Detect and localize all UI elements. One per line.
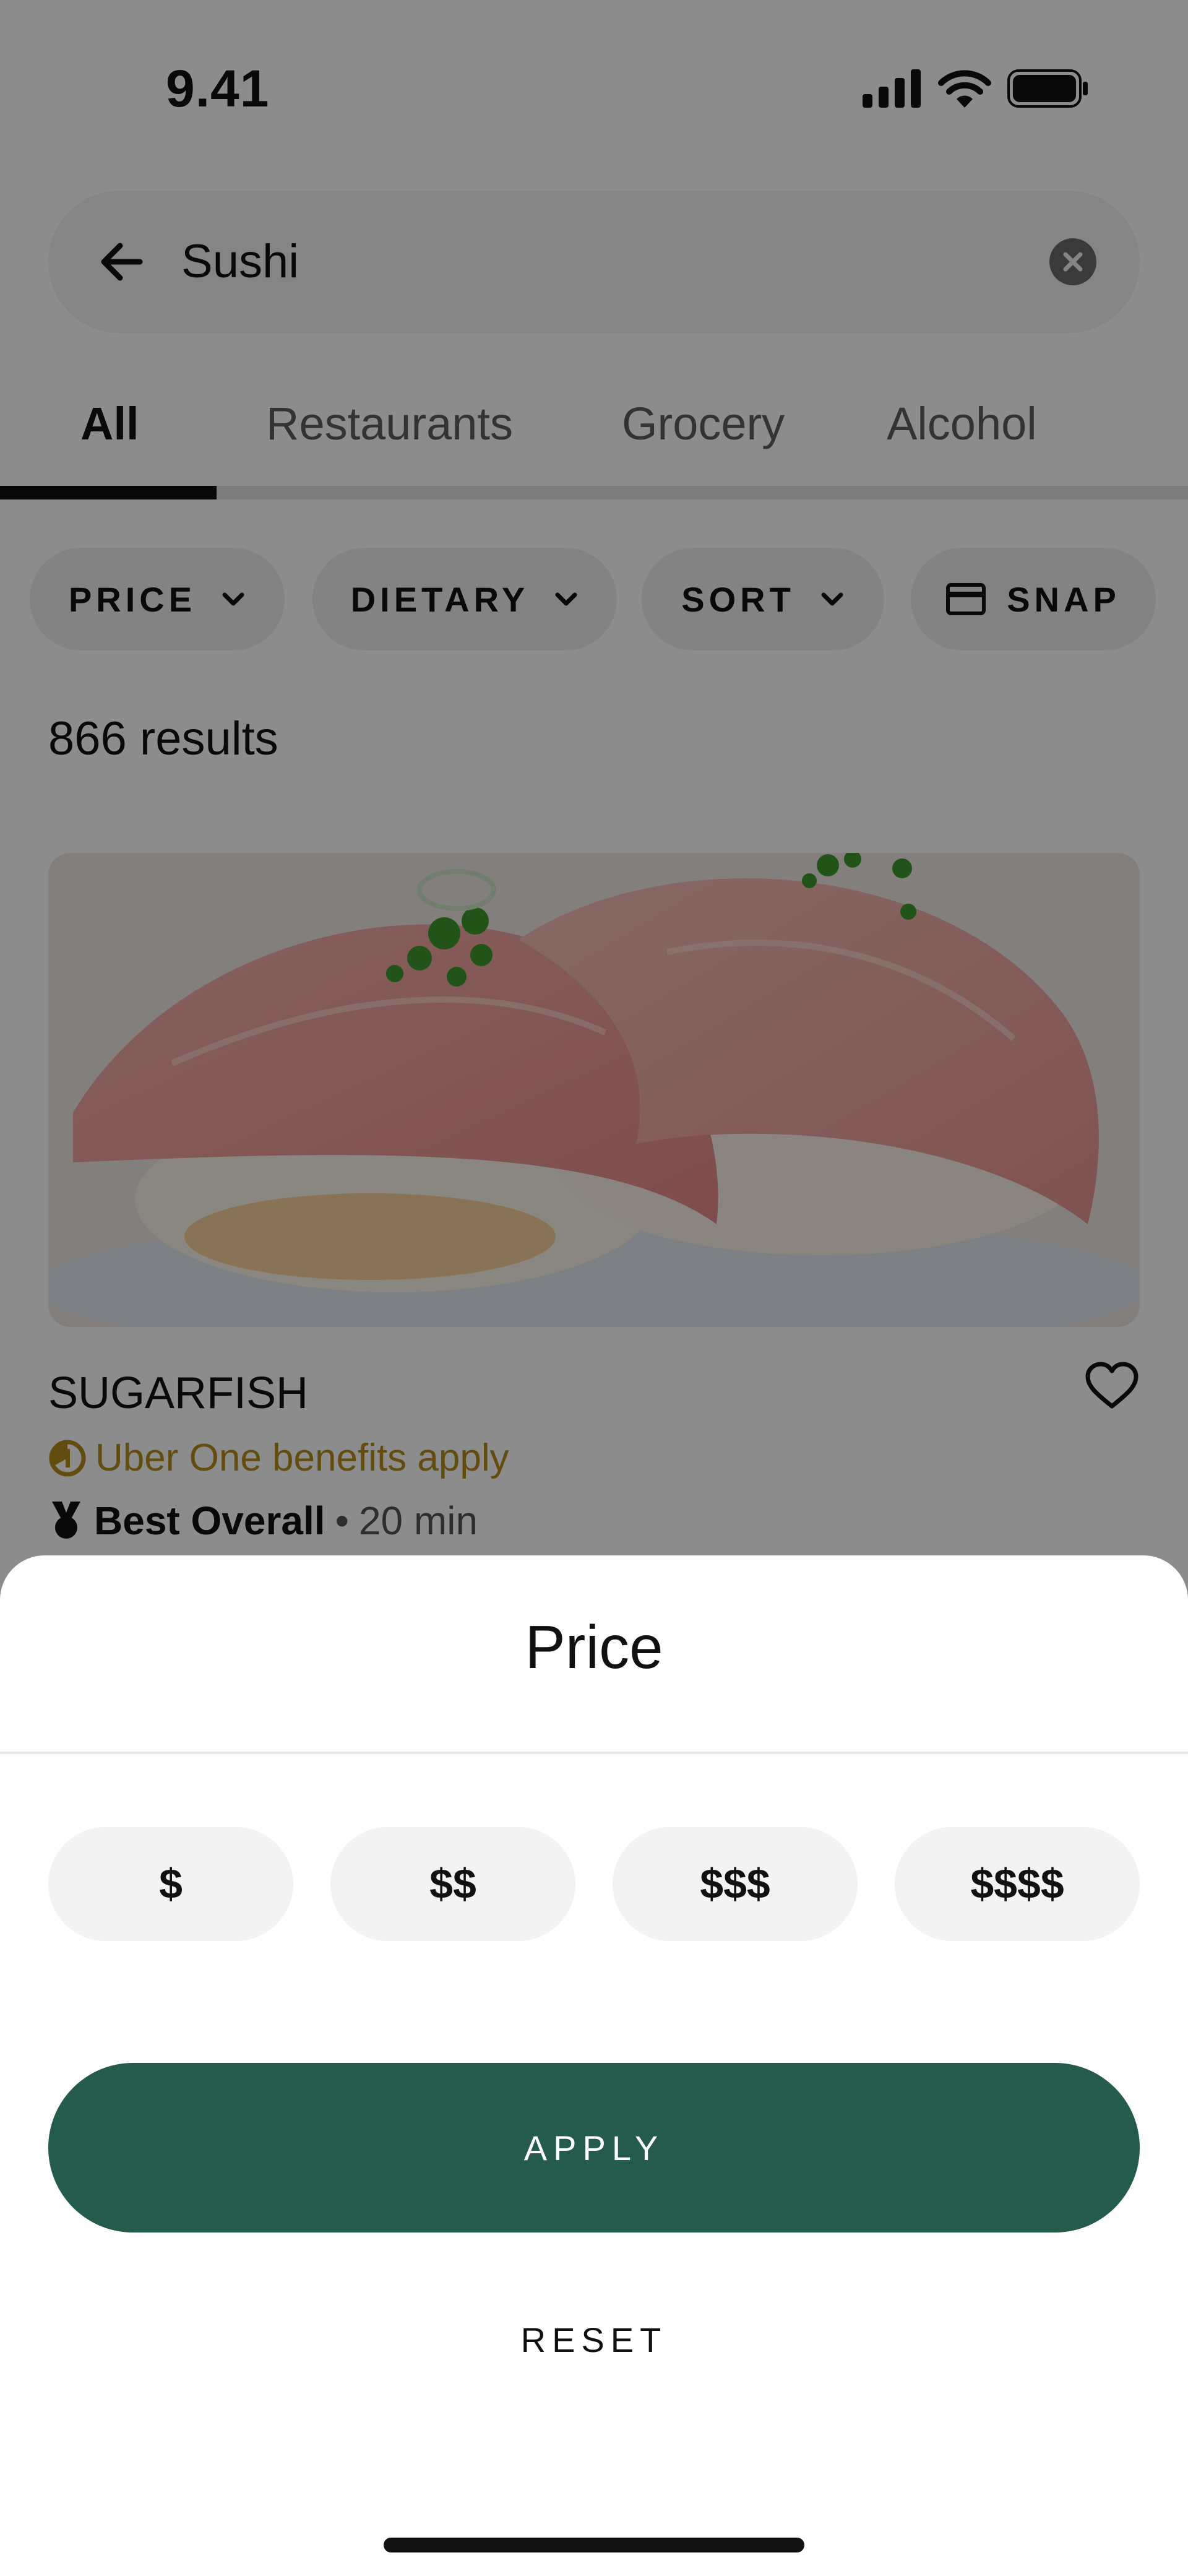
- price-option-2[interactable]: $$: [330, 1827, 575, 1941]
- sheet-divider: [0, 1752, 1188, 1754]
- reset-button[interactable]: RESET: [408, 2302, 780, 2377]
- apply-button[interactable]: APPLY: [48, 2063, 1140, 2232]
- price-option-3[interactable]: $$$: [613, 1827, 858, 1941]
- sheet-title: Price: [525, 1613, 663, 1681]
- price-option-1[interactable]: $: [48, 1827, 293, 1941]
- price-option-4[interactable]: $$$$: [895, 1827, 1140, 1941]
- home-indicator: [384, 2538, 804, 2552]
